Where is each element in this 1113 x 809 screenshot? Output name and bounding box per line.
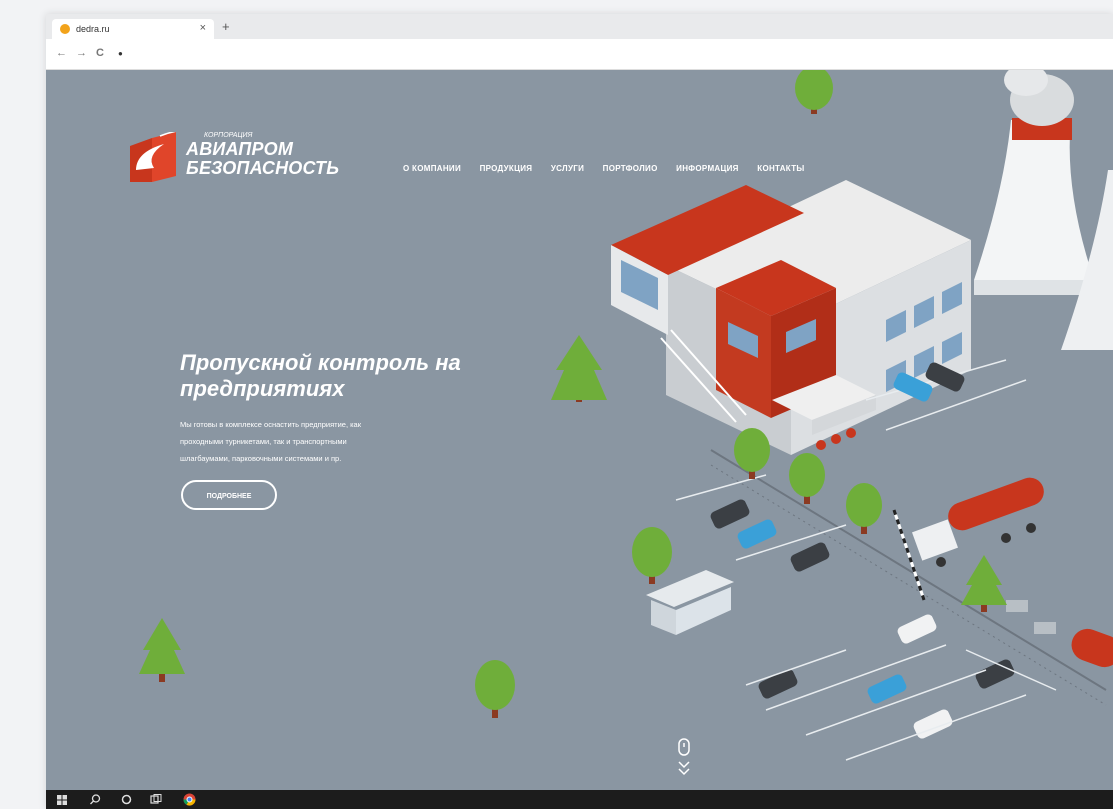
tree (475, 660, 515, 718)
car (710, 499, 750, 529)
logo-caption: КОРПОРАЦИЯ (204, 132, 253, 139)
cooling-tower (974, 70, 1094, 295)
tree (139, 618, 185, 682)
more-button[interactable]: ПОДРОБНЕЕ (181, 480, 277, 510)
hero-text-line-1: Мы готовы в комплексе оснастить предприя… (180, 420, 362, 429)
nav-item-portfolio[interactable]: ПОРТФОЛИО (603, 164, 658, 173)
tanker-truck (912, 477, 1044, 567)
reload-icon[interactable]: C (96, 47, 104, 59)
site-info-icon[interactable]: ● (118, 49, 123, 58)
logo-line-1: АВИАПРОМ (186, 139, 294, 159)
tree (551, 335, 607, 402)
hero-description: Мы готовы в комплексе оснастить предприя… (180, 416, 480, 467)
windows-taskbar (46, 790, 1113, 809)
car (758, 669, 798, 699)
tab-title: dedra.ru (76, 24, 110, 34)
bus-stop (646, 570, 734, 635)
webpage: КОРПОРАЦИЯ АВИАПРОМ БЕЗОПАСНОСТЬ О КОМПА… (46, 70, 1113, 790)
nav-item-products[interactable]: ПРОДУКЦИЯ (480, 164, 533, 173)
chrome-icon[interactable] (183, 793, 196, 806)
circle-icon[interactable] (121, 794, 132, 805)
hero-text-line-2: проходными турникетами, так и транспортн… (180, 437, 347, 446)
nav-item-services[interactable]: УСЛУГИ (551, 164, 584, 173)
tree (734, 428, 770, 479)
hero-title: Пропускной контроль на предприятиях (180, 350, 500, 402)
task-view-icon[interactable] (150, 794, 162, 805)
logo-line-2: БЕЗОПАСНОСТЬ (186, 158, 340, 178)
nav-item-about[interactable]: О КОМПАНИИ (403, 164, 461, 173)
tree (795, 70, 833, 114)
browser-toolbar: ← → C ● (46, 39, 1113, 70)
main-building (611, 180, 971, 455)
tree (961, 555, 1007, 612)
tree (846, 483, 882, 534)
car (737, 519, 777, 549)
browser-window: dedra.ru × + ← → C ● КОРПОРАЦИЯ АВИАПРОМ… (46, 14, 1113, 809)
nav-item-contacts[interactable]: КОНТАКТЫ (757, 164, 804, 173)
tab-strip: dedra.ru × + (46, 14, 1113, 39)
windows-icon[interactable] (57, 795, 67, 805)
tree (789, 453, 825, 504)
hero-title-line-1: Пропускной контроль на (180, 350, 461, 375)
car (790, 542, 830, 572)
car (897, 614, 937, 644)
browser-tab[interactable]: dedra.ru × (52, 19, 214, 39)
close-tab-icon[interactable]: × (200, 22, 206, 34)
nav-item-information[interactable]: ИНФОРМАЦИЯ (676, 164, 739, 173)
back-icon[interactable]: ← (56, 47, 67, 59)
logo-wordmark[interactable]: АВИАПРОМ БЕЗОПАСНОСТЬ (186, 140, 339, 178)
tree (632, 527, 672, 584)
main-nav: О КОМПАНИИ ПРОДУКЦИЯ УСЛУГИ ПОРТФОЛИО ИН… (403, 164, 821, 173)
hero-text-line-3: шлагбаумами, парковочными системами и пр… (180, 454, 342, 463)
scroll-down-icon[interactable] (676, 738, 692, 780)
new-tab-button[interactable]: + (222, 19, 230, 34)
forward-icon[interactable]: → (76, 47, 87, 59)
search-icon[interactable] (90, 794, 101, 805)
favicon-icon (60, 24, 70, 34)
company-logo-icon[interactable] (130, 132, 186, 188)
hero-title-line-2: предприятиях (180, 376, 345, 401)
